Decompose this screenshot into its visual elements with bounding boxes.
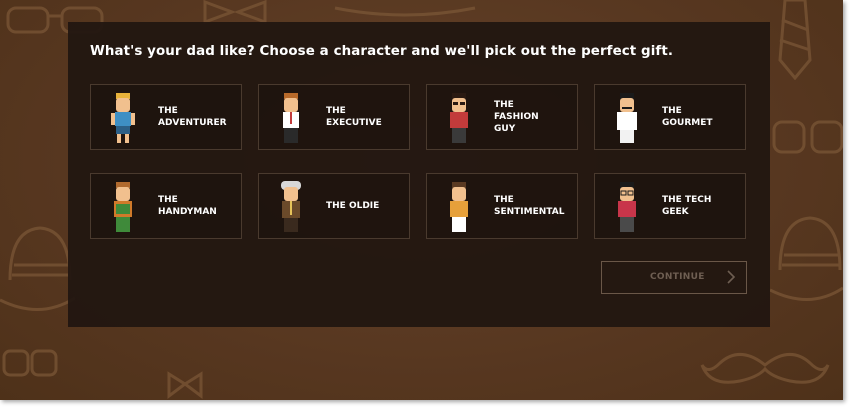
glasses-doodle-icon — [772, 120, 843, 154]
hat-doodle-icon — [334, 6, 476, 17]
sentimental-avatar-icon — [450, 182, 468, 232]
hat-doodle-icon — [0, 226, 75, 311]
glasses-doodle-icon — [2, 349, 58, 377]
character-card-adventurer[interactable]: THE ADVENTURER — [90, 84, 242, 150]
character-label: THE GOURMET — [662, 106, 713, 128]
fashion-guy-avatar-icon — [450, 93, 468, 143]
chevron-right-icon — [727, 270, 736, 284]
continue-button[interactable]: CONTINUE — [601, 261, 747, 294]
gourmet-avatar-icon — [617, 93, 637, 143]
character-picker-panel: What's your dad like? Choose a character… — [68, 22, 770, 327]
character-card-oldie[interactable]: THE OLDIE — [258, 173, 410, 239]
continue-label: CONTINUE — [650, 272, 705, 282]
bowtie-doodle-icon — [203, 0, 267, 24]
executive-avatar-icon — [283, 93, 299, 143]
character-label: THE HANDYMAN — [158, 195, 217, 217]
mustache-doodle-icon — [700, 353, 830, 384]
character-card-gourmet[interactable]: THE GOURMET — [594, 84, 746, 150]
handyman-avatar-icon — [114, 182, 132, 232]
character-card-tech-geek[interactable]: THE TECH GEEK — [594, 173, 746, 239]
bowtie-doodle-icon — [167, 371, 203, 399]
character-label: THE TECH GEEK — [662, 195, 712, 217]
hat-doodle-icon — [770, 216, 843, 301]
character-label: THE FASHION GUY — [494, 100, 539, 134]
page-background: What's your dad like? Choose a character… — [0, 0, 843, 400]
page-headline: What's your dad like? Choose a character… — [90, 44, 674, 59]
character-card-handyman[interactable]: THE HANDYMAN — [90, 173, 242, 239]
tie-doodle-icon — [778, 0, 812, 80]
character-label: THE SENTIMENTAL — [494, 195, 565, 217]
character-card-fashion-guy[interactable]: THE FASHION GUY — [426, 84, 578, 150]
character-label: THE ADVENTURER — [158, 106, 227, 128]
character-label: THE EXECUTIVE — [326, 106, 382, 128]
character-label: THE OLDIE — [326, 201, 380, 211]
tech-geek-avatar-icon — [618, 182, 636, 232]
oldie-avatar-icon — [281, 181, 301, 232]
character-card-sentimental[interactable]: THE SENTIMENTAL — [426, 173, 578, 239]
adventurer-avatar-icon — [111, 93, 135, 143]
character-card-executive[interactable]: THE EXECUTIVE — [258, 84, 410, 150]
